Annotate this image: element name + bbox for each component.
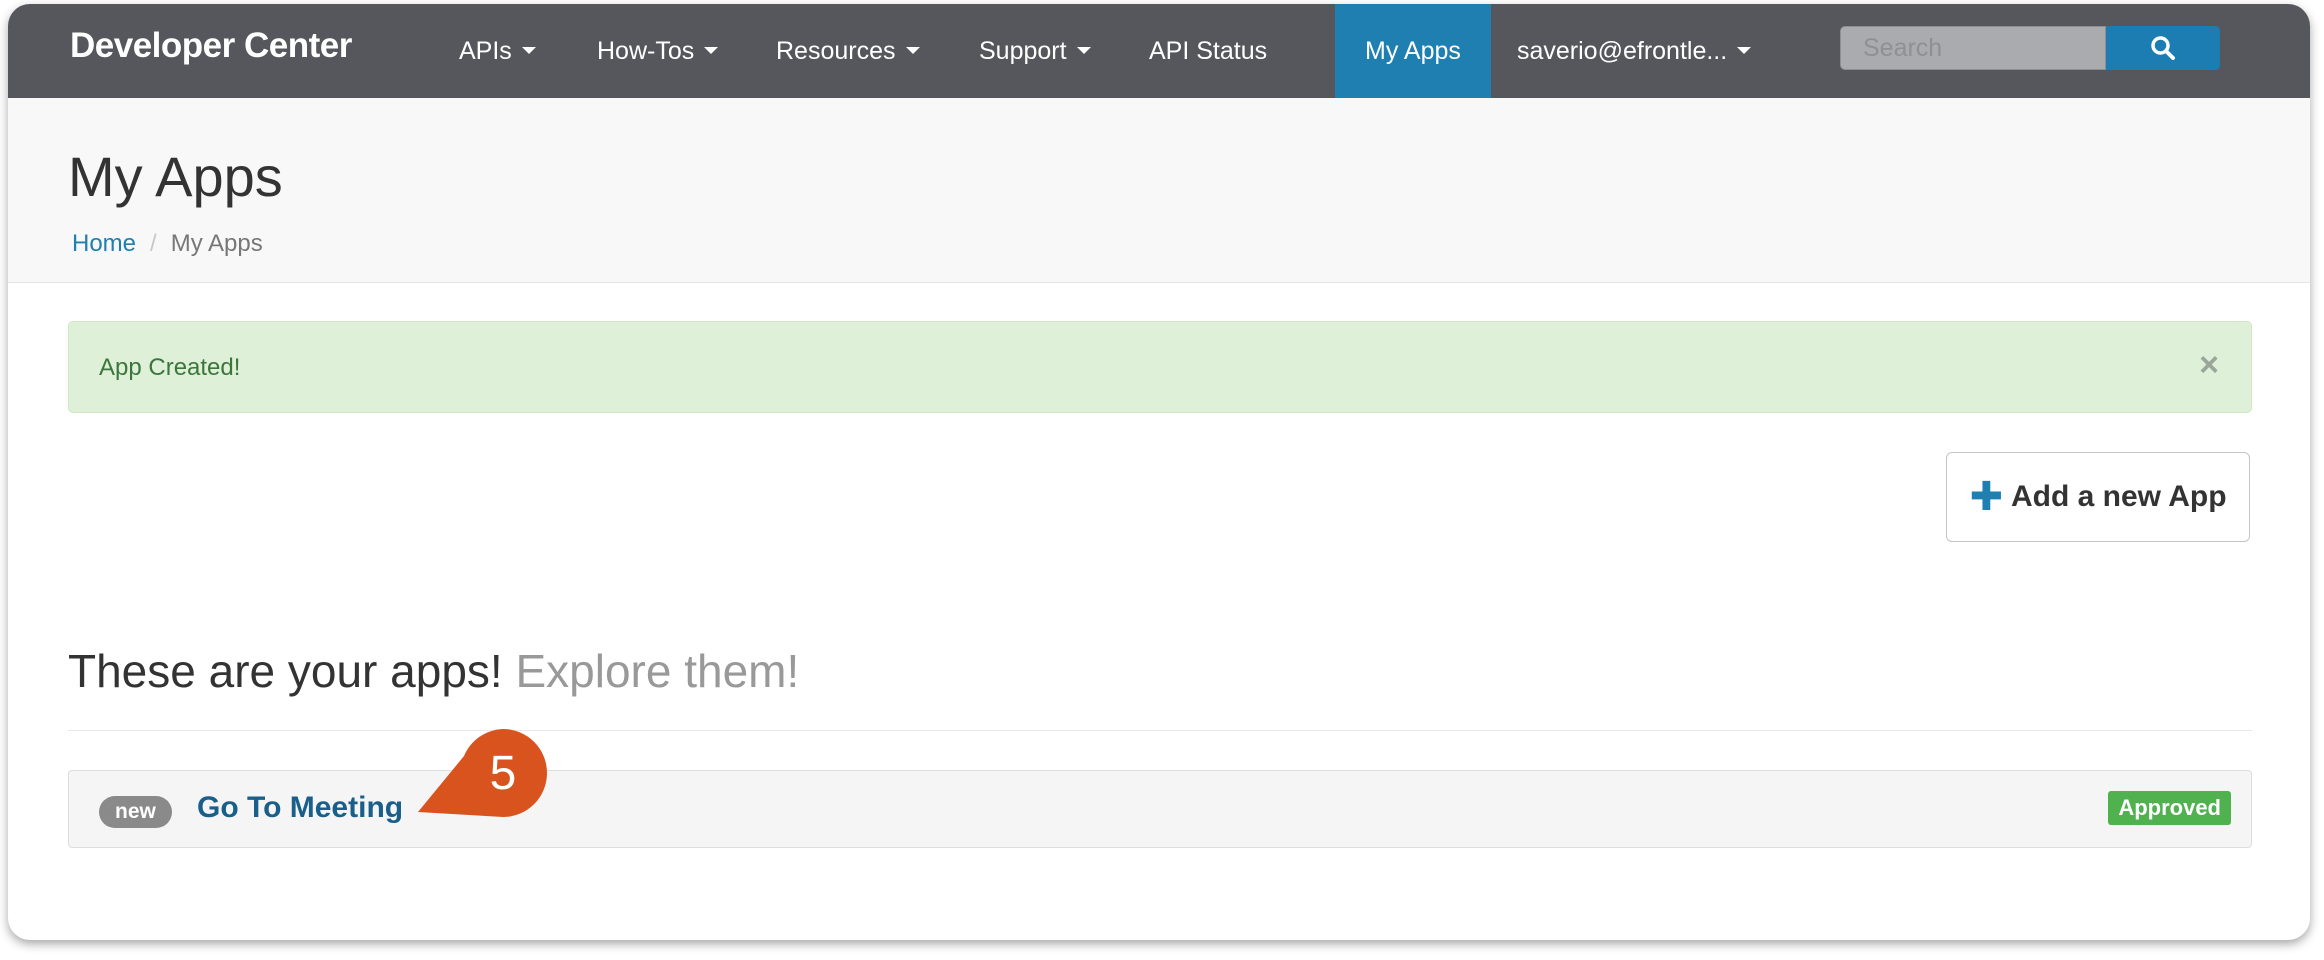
nav-item-label: Support xyxy=(979,37,1067,65)
add-new-app-button[interactable]: ✚ Add a new App xyxy=(1946,452,2250,542)
nav-item-apis[interactable]: APIs xyxy=(459,4,536,98)
status-badge: Approved xyxy=(2108,791,2231,825)
breadcrumb-current: My Apps xyxy=(170,230,263,257)
step-callout-marker: 5 xyxy=(413,724,548,824)
apps-heading-text: These are your apps! xyxy=(68,645,503,697)
nav-item-label: APIs xyxy=(459,37,512,65)
search-icon xyxy=(2151,36,2175,60)
caret-down-icon xyxy=(704,47,719,55)
nav-item-label: Resources xyxy=(776,37,896,65)
nav-item-my-apps[interactable]: My Apps xyxy=(1335,4,1491,98)
close-icon[interactable]: × xyxy=(2199,348,2219,382)
divider xyxy=(68,730,2252,731)
breadcrumb-separator: / xyxy=(150,230,157,257)
caret-down-icon xyxy=(1737,47,1752,55)
list-item: new Go To Meeting Approved xyxy=(68,770,2252,848)
callout-number: 5 xyxy=(489,747,517,800)
search-input[interactable] xyxy=(1840,26,2106,70)
nav-item-support[interactable]: Support xyxy=(979,4,1091,98)
page-title: My Apps xyxy=(68,145,283,208)
app-name-link[interactable]: Go To Meeting xyxy=(197,791,403,825)
nav-item-label: How-Tos xyxy=(597,37,695,65)
nav-item-api-status[interactable]: API Status xyxy=(1149,4,1267,98)
caret-down-icon xyxy=(905,47,920,55)
nav-item-resources[interactable]: Resources xyxy=(776,4,920,98)
search-button[interactable] xyxy=(2106,26,2220,70)
add-new-app-label: Add a new App xyxy=(2010,480,2227,513)
new-badge: new xyxy=(99,796,172,828)
nav-item-label: API Status xyxy=(1149,37,1268,65)
brand-logo[interactable]: Developer Center xyxy=(70,26,352,66)
breadcrumb: Home / My Apps xyxy=(72,230,263,258)
nav-item-label: My Apps xyxy=(1365,37,1461,65)
apps-heading-muted-text: Explore them! xyxy=(515,645,800,697)
plus-icon: ✚ xyxy=(1969,475,2003,519)
caret-down-icon xyxy=(521,47,536,55)
breadcrumb-home-link[interactable]: Home xyxy=(72,230,136,257)
success-alert: App Created! × xyxy=(68,321,2252,413)
user-email: saverio@efrontle... xyxy=(1517,37,1728,65)
browser-frame: Developer Center APIs How-Tos Resources … xyxy=(8,4,2310,940)
nav-item-how-tos[interactable]: How-Tos xyxy=(597,4,719,98)
alert-message: App Created! xyxy=(99,354,241,381)
caret-down-icon xyxy=(1076,47,1091,55)
page-header: My Apps Home / My Apps xyxy=(8,98,2310,283)
apps-section-heading: These are your apps! Explore them! xyxy=(68,644,799,698)
top-navbar: Developer Center APIs How-Tos Resources … xyxy=(8,4,2310,98)
nav-item-user-menu[interactable]: saverio@efrontle... xyxy=(1517,4,1752,98)
